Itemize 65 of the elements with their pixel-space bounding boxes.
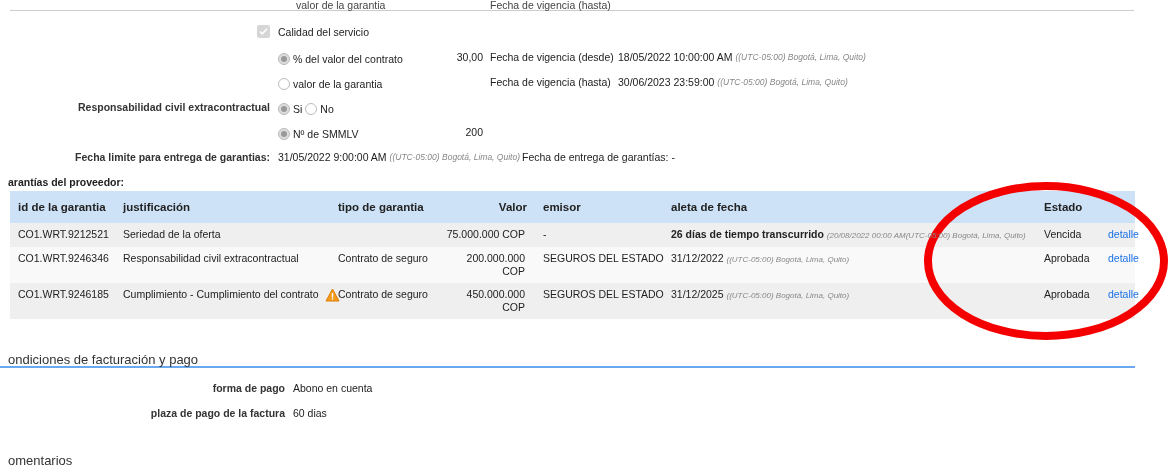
- date-value: 31/12/2025: [671, 288, 724, 300]
- section-title: omentarios: [7, 454, 73, 468]
- date-value: 18/05/2022 10:00:00 AM: [618, 50, 733, 63]
- column-header: emisor: [543, 201, 581, 213]
- column-header: aleta de fecha: [671, 201, 748, 213]
- timezone-note: ((UTC-05:00) Bogotá, Lima, Quito): [717, 76, 848, 87]
- table-cell: CO1.WRT.9246346: [18, 252, 109, 264]
- status-text: Aprobada: [1044, 288, 1090, 300]
- table-cell: 75.000.000 COP: [446, 228, 525, 240]
- status-text: Aprobada: [1044, 252, 1090, 264]
- radio-label: valor de la garantia: [296, 0, 387, 10]
- detail-link[interactable]: detalle: [1108, 288, 1139, 300]
- table-cell: CO1.WRT.9212521: [18, 228, 109, 240]
- column-header: tipo de garantia: [338, 201, 424, 213]
- radio-button[interactable]: [278, 127, 290, 140]
- field-label: Fecha limite para entrega de garantias:: [75, 150, 270, 163]
- field-label: Fecha de vigencia (desde): [490, 50, 614, 63]
- timezone-note: ((UTC-05:00) Bogotá, Lima, Quito): [389, 151, 520, 162]
- field-label: Fecha de vigencia (hasta): [490, 75, 611, 88]
- radio-button[interactable]: [278, 52, 290, 65]
- column-header: Valor: [498, 201, 527, 213]
- detail-link[interactable]: detalle: [1108, 228, 1139, 240]
- field-label: forma de pago: [211, 381, 285, 396]
- table-cell: Seriedad de la oferta: [123, 228, 221, 240]
- table-cell: Cumplimiento - Cumplimiento del contrato: [123, 288, 319, 300]
- radio-button[interactable]: [278, 102, 290, 115]
- radio-button[interactable]: [305, 102, 318, 115]
- table-cell: SEGUROS DEL ESTADO: [543, 288, 664, 300]
- field-value: 60 dias: [293, 406, 328, 421]
- field-value: Abono en cuenta: [293, 381, 374, 396]
- table-cell: Contrato de seguro: [338, 252, 428, 264]
- field-label: Fecha de vigencia (hasta): [490, 0, 612, 10]
- radio-button[interactable]: [278, 77, 290, 90]
- field-value: 30,00: [456, 50, 483, 63]
- timezone-note: ((UTC-05:00) Bogotá, Lima, Quito): [726, 291, 850, 300]
- field-label: Fecha de entrega de garantías: -: [522, 150, 675, 163]
- timezone-note: ((UTC-05:00) Bogotá, Lima, Quito): [726, 255, 850, 264]
- checkbox-label: Calidad del servicio: [278, 25, 370, 38]
- date-value: 30/06/2023 23:59:00: [618, 75, 715, 88]
- column-header: id de la garantia: [18, 201, 106, 213]
- section-title: arantías del proveedor:: [7, 176, 125, 188]
- column-header: justificación: [123, 201, 191, 213]
- radio-label: No: [320, 102, 334, 115]
- table-cell: 450.000.000 COP: [466, 288, 525, 313]
- table-cell: Contrato de seguro: [338, 288, 428, 300]
- date-value: 26 días de tiempo transcurrido: [671, 228, 824, 240]
- table-cell: Responsabilidad civil extracontractual: [123, 252, 299, 264]
- table-cell: SEGUROS DEL ESTADO: [543, 252, 664, 264]
- detail-link[interactable]: detalle: [1108, 252, 1139, 264]
- radio-label: valor de la garantia: [293, 77, 383, 90]
- field-label: plaza de pago de la factura: [149, 406, 285, 421]
- timezone-note: ((UTC-05:00) Bogotá, Lima, Quito): [735, 51, 866, 62]
- status-text: Vencida: [1044, 228, 1082, 240]
- radio-label: Si: [293, 102, 303, 115]
- radio-label: % del valor del contrato: [293, 52, 403, 65]
- field-value: 200: [465, 125, 483, 138]
- date-value: 31/12/2022: [671, 252, 724, 264]
- section-title: ondiciones de facturación y pago: [8, 352, 199, 367]
- radio-label: Nº de SMMLV: [293, 127, 359, 140]
- field-label: Responsabilidad civil extracontractual: [78, 100, 270, 113]
- table-cell: CO1.WRT.9246185: [18, 288, 109, 300]
- table-cell: 200.000.000 COP: [466, 252, 525, 277]
- table-cell: -: [543, 228, 547, 240]
- column-header: Estado: [1044, 201, 1083, 213]
- date-value: 31/05/2022 9:00:00 AM: [278, 150, 387, 163]
